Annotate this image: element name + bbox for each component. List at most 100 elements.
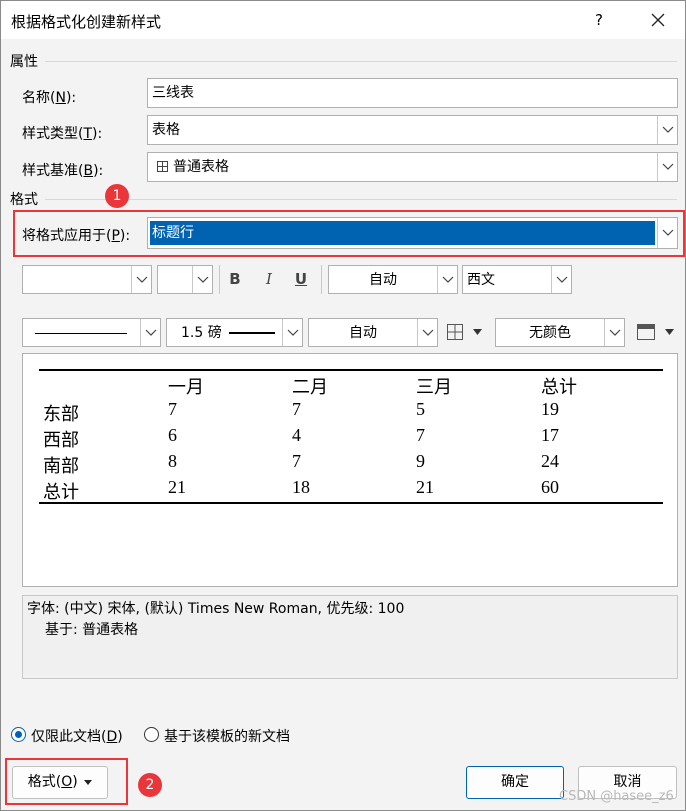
this-document-label[interactable]: 仅限此文档(D) bbox=[31, 726, 123, 746]
script-arrow[interactable] bbox=[551, 266, 571, 293]
format-divider bbox=[45, 199, 677, 200]
preview-row-header: 西部 bbox=[43, 430, 79, 451]
border-color-value: 自动 bbox=[349, 325, 377, 341]
font-color-dropdown[interactable]: 自动 bbox=[328, 265, 458, 294]
italic-button[interactable]: I bbox=[255, 265, 283, 293]
border-style-dropdown[interactable] bbox=[22, 318, 161, 347]
apply-to-selection bbox=[150, 221, 655, 245]
border-style-arrow[interactable] bbox=[140, 319, 160, 346]
style-type-dropdown[interactable]: 表格 bbox=[147, 115, 678, 145]
shading-value: 无颜色 bbox=[529, 325, 571, 341]
chevron-down-icon bbox=[662, 229, 674, 236]
annotation-badge-1: 1 bbox=[105, 184, 129, 208]
apply-to-arrow[interactable] bbox=[657, 218, 677, 248]
preview-cell: 7 bbox=[416, 425, 425, 445]
apply-to-dropdown[interactable]: 标题行 bbox=[147, 217, 678, 249]
border-color-arrow[interactable] bbox=[417, 319, 437, 346]
name-label: 名称(N): bbox=[22, 90, 77, 106]
table-grid-icon bbox=[157, 161, 168, 172]
preview-cell: 7 bbox=[292, 399, 301, 419]
script-dropdown[interactable]: 西文 bbox=[462, 265, 572, 294]
font-name-dropdown[interactable] bbox=[22, 265, 152, 294]
font-color-value: 自动 bbox=[369, 272, 397, 288]
preview-cell: 7 bbox=[292, 451, 301, 471]
format-menu-button[interactable]: 格式(O) bbox=[12, 766, 108, 799]
border-weight-dropdown[interactable]: 1.5 磅 bbox=[166, 318, 303, 347]
font-name-arrow[interactable] bbox=[131, 266, 151, 293]
dialog-title: 根据格式化创建新样式 bbox=[11, 13, 162, 31]
table-properties-icon bbox=[637, 324, 655, 340]
caret-down-icon bbox=[473, 329, 482, 335]
underline-button[interactable]: U bbox=[287, 265, 315, 293]
template-radio[interactable] bbox=[144, 727, 159, 742]
ok-button[interactable]: 确定 bbox=[466, 766, 564, 799]
shading-dropdown[interactable]: 无颜色 bbox=[495, 318, 625, 347]
chevron-down-icon bbox=[145, 329, 157, 336]
toolbar-separator bbox=[321, 265, 322, 294]
shading-arrow[interactable] bbox=[604, 319, 624, 346]
caret-down-icon bbox=[665, 329, 674, 335]
preview-cell: 6 bbox=[168, 425, 177, 445]
preview-cell: 7 bbox=[168, 399, 177, 419]
watermark: CSDN @hasee_z6 bbox=[559, 789, 674, 804]
chevron-down-icon bbox=[662, 163, 674, 170]
properties-section-label: 属性 bbox=[10, 54, 38, 70]
font-size-dropdown[interactable] bbox=[157, 265, 213, 294]
chevron-down-icon bbox=[609, 329, 621, 336]
preview-row-header: 东部 bbox=[43, 404, 79, 425]
preview-col-header: 三月 bbox=[416, 377, 452, 398]
template-label[interactable]: 基于该模板的新文档 bbox=[164, 726, 290, 746]
description-font: 字体: (中文) 宋体, (默认) Times New Roman, 优先级: … bbox=[27, 601, 405, 617]
chevron-down-icon bbox=[442, 276, 454, 283]
format-section-label: 格式 bbox=[10, 192, 38, 208]
preview-col-header: 二月 bbox=[292, 377, 328, 398]
apply-to-label: 将格式应用于(P): bbox=[22, 228, 131, 244]
style-type-arrow[interactable] bbox=[657, 116, 677, 144]
properties-divider bbox=[45, 61, 677, 62]
border-line-sample bbox=[35, 333, 127, 334]
font-color-arrow[interactable] bbox=[437, 266, 457, 293]
preview-col-header: 总计 bbox=[541, 377, 577, 398]
border-weight-value: 1.5 磅 bbox=[181, 325, 222, 341]
borders-button[interactable] bbox=[443, 320, 489, 345]
preview-cell: 5 bbox=[416, 399, 425, 419]
border-weight-sample bbox=[229, 332, 275, 334]
preview-col-header: 一月 bbox=[168, 377, 204, 398]
preview-cell: 8 bbox=[168, 451, 177, 471]
table-properties-button[interactable] bbox=[633, 320, 679, 345]
style-base-dropdown[interactable]: 普通表格 bbox=[147, 152, 678, 182]
chevron-down-icon bbox=[422, 329, 434, 336]
border-weight-arrow[interactable] bbox=[282, 319, 302, 346]
preview-cell: 24 bbox=[541, 451, 559, 471]
style-base-value: 普通表格 bbox=[173, 159, 229, 175]
font-size-arrow[interactable] bbox=[192, 266, 212, 293]
preview-cell: 9 bbox=[416, 451, 425, 471]
preview-cell: 21 bbox=[416, 477, 434, 497]
preview-cell: 4 bbox=[292, 425, 301, 445]
style-base-arrow[interactable] bbox=[657, 153, 677, 181]
description-base: 基于: 普通表格 bbox=[45, 622, 139, 638]
this-document-radio[interactable] bbox=[11, 727, 26, 742]
new-style-dialog: 根据格式化创建新样式 ? 属性 名称(N): 三线表 样式类型(T): 表格 样… bbox=[0, 0, 686, 811]
chevron-down-icon bbox=[136, 276, 148, 283]
preview-cell: 60 bbox=[541, 477, 559, 497]
preview-top-rule bbox=[39, 369, 663, 371]
close-icon bbox=[651, 13, 665, 27]
script-value: 西文 bbox=[467, 272, 495, 288]
name-input[interactable]: 三线表 bbox=[147, 78, 678, 108]
annotation-badge-2: 2 bbox=[138, 773, 162, 797]
bold-button[interactable]: B bbox=[221, 265, 249, 293]
apply-to-value: 标题行 bbox=[152, 225, 194, 241]
chevron-down-icon bbox=[556, 276, 568, 283]
help-button[interactable]: ? bbox=[583, 5, 615, 35]
close-button[interactable] bbox=[641, 5, 675, 35]
border-color-dropdown[interactable]: 自动 bbox=[308, 318, 438, 347]
borders-grid-icon bbox=[447, 324, 463, 340]
chevron-down-icon bbox=[287, 329, 299, 336]
style-type-value: 表格 bbox=[152, 122, 180, 138]
chevron-down-icon bbox=[662, 126, 674, 133]
preview-cell: 21 bbox=[168, 477, 186, 497]
preview-bottom-rule bbox=[39, 502, 663, 504]
title-bar: 根据格式化创建新样式 ? bbox=[1, 1, 685, 39]
preview-cell: 19 bbox=[541, 399, 559, 419]
